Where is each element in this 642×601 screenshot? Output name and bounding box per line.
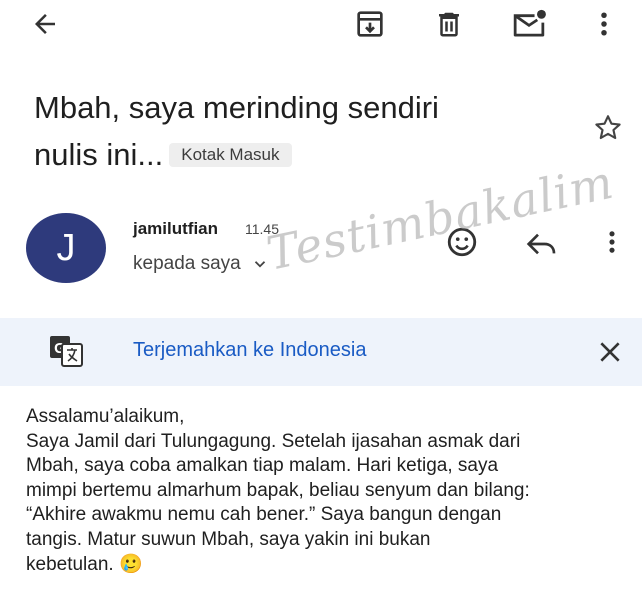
- more-vert-icon: [601, 12, 607, 36]
- top-toolbar: [0, 0, 642, 48]
- body-line: Mbah, saya coba amalkan tiap malam. Hari…: [26, 455, 499, 477]
- star-button[interactable]: [590, 110, 626, 146]
- sender-name: jamilutfian: [133, 219, 219, 238]
- body-line: Assalamu’alaikum,: [26, 406, 185, 427]
- body-line: tangis. Matur suwun Mbah, saya yakin ini…: [26, 528, 431, 550]
- translate-icon: G: [50, 336, 83, 367]
- body-line: “Akhire awakmu nemu cah bener.” Saya ban…: [26, 504, 502, 526]
- trash-icon: [439, 12, 459, 37]
- translate-banner: G Terjemahkan ke Indonesia: [0, 318, 642, 386]
- back-button[interactable]: [27, 6, 63, 42]
- star-icon: [595, 115, 621, 140]
- delete-button[interactable]: [431, 6, 467, 42]
- email-time: 11.45: [245, 221, 279, 237]
- mail-unread-icon: [513, 9, 546, 37]
- chevron-down-icon: [254, 261, 265, 268]
- more-options-button[interactable]: [586, 6, 622, 42]
- archive-button[interactable]: [352, 6, 388, 42]
- subject-line-2: nulis ini... Kotak Masuk: [34, 131, 554, 178]
- avatar[interactable]: J: [26, 213, 106, 283]
- more-vert-icon: [609, 231, 615, 253]
- add-reaction-button[interactable]: [444, 224, 480, 260]
- archive-icon: [357, 11, 383, 37]
- email-body: Assalamu’alaikum, Saya Jamil dari Tulung…: [26, 405, 636, 577]
- body-line: kebetulan. 🥲: [26, 553, 143, 575]
- translate-link[interactable]: Terjemahkan ke Indonesia: [133, 339, 366, 362]
- reply-button[interactable]: [524, 226, 560, 262]
- avatar-initial: J: [56, 226, 76, 269]
- subject-line-1: Mbah, saya merinding sendiri: [34, 90, 439, 125]
- mark-unread-button[interactable]: [511, 6, 547, 42]
- arrow-back-icon: [35, 14, 55, 34]
- emoji-icon: [447, 227, 477, 257]
- close-icon: [600, 342, 620, 362]
- body-line: mimpi bertemu almarhum bapak, beliau sen…: [26, 479, 530, 501]
- reply-icon: [526, 233, 556, 255]
- recipient-label: kepada saya: [133, 253, 241, 274]
- message-more-button[interactable]: [594, 224, 630, 260]
- email-subject: Mbah, saya merinding sendiri nulis ini..…: [34, 84, 554, 178]
- label-chip[interactable]: Kotak Masuk: [169, 143, 292, 167]
- subject-line-2-text: nulis ini...: [34, 137, 164, 172]
- close-translate-button[interactable]: [592, 334, 628, 370]
- recipient-details[interactable]: kepada saya: [133, 253, 269, 275]
- body-line: Saya Jamil dari Tulungagung. Setelah ija…: [26, 430, 521, 452]
